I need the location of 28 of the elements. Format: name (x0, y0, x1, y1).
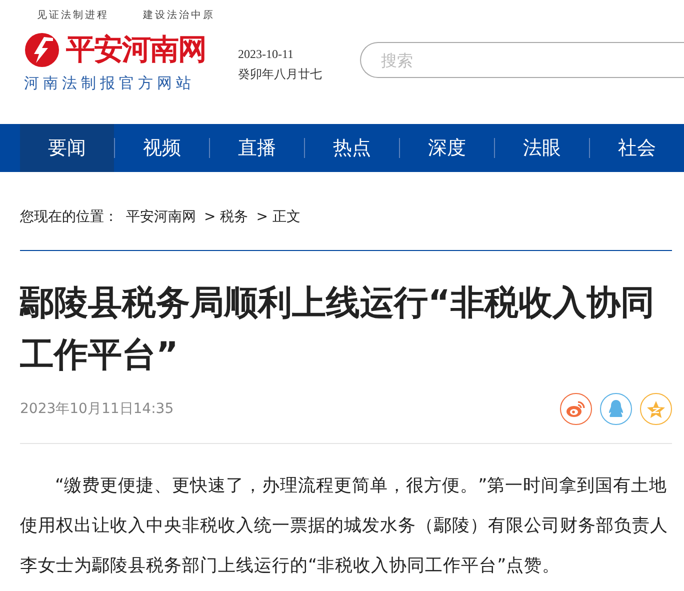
breadcrumb-link[interactable]: > 税务 (204, 208, 248, 226)
breadcrumb-link[interactable]: > 正文 (256, 208, 300, 226)
nav-tab[interactable]: 深度 (400, 124, 494, 172)
penguin-icon (608, 399, 624, 419)
lunar-date: 癸卯年八月廿七 (238, 66, 322, 83)
article-title: 鄢陵县税务局顺利上线运行“非税收入协同工作平台” (20, 282, 656, 377)
article-paragraph: “缴费更便捷、更快速了，办理流程更简单，很方便。”第一时间拿到国有土地使用权出让收入中央非税收入统一票据的城发水务（鄢陵）有限公司财务部负责人李女士为鄢陵县税务部门上线运行的“非税收入协同工作平台”点赞。 (20, 475, 669, 578)
share-button[interactable] (640, 393, 672, 425)
weibo-icon (566, 400, 586, 418)
nav-tab[interactable]: 要闻 (20, 124, 114, 172)
breadcrumb-label: 您现在的位置： (20, 208, 118, 226)
nav-tab[interactable]: 视频 (115, 124, 210, 172)
logo-icon (24, 32, 60, 68)
breadcrumb-link[interactable]: 平安河南网 (126, 208, 196, 226)
nav-tab[interactable]: 直播 (210, 124, 304, 172)
site-logo-text: 平安河南网 (66, 31, 206, 68)
share-button[interactable] (560, 393, 592, 425)
star-icon (646, 400, 666, 418)
nav-tab[interactable]: 法眼 (495, 124, 590, 172)
slogan: 见证法制进程 (37, 8, 109, 22)
publish-time: 2023年10月11日14:35 (20, 400, 174, 418)
slogan: 建设法治中原 (143, 8, 215, 22)
nav-tab[interactable]: 社会 (590, 124, 684, 172)
date-text: 2023-10-11 (238, 46, 294, 63)
search-field[interactable]: 搜索 (360, 42, 684, 78)
site-subtitle: 河南法制报官方网站 (24, 74, 196, 93)
share-button[interactable] (600, 393, 632, 425)
nav-tab[interactable]: 热点 (305, 124, 400, 172)
